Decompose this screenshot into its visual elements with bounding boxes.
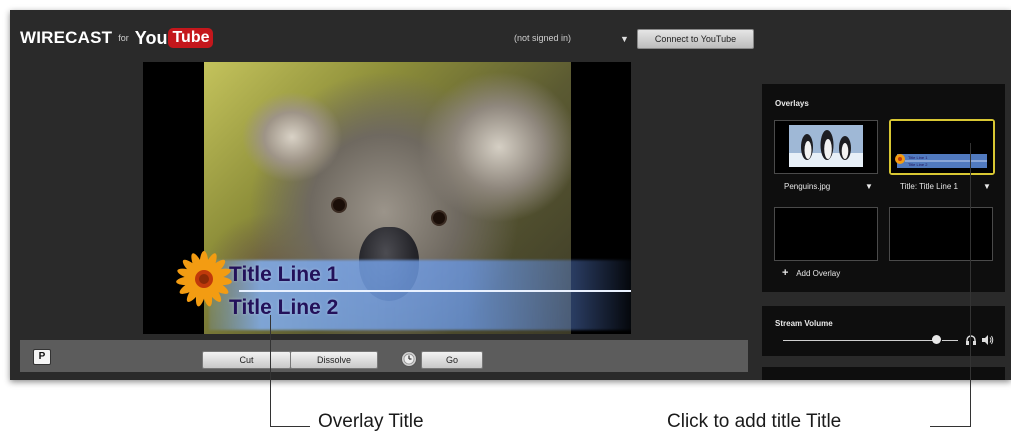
stream-volume-panel: Stream Volume <box>762 306 1005 356</box>
koala-eye-right <box>433 212 445 224</box>
overlay-label-title: Title: Title Line 1 <box>900 182 958 191</box>
volume-slider-track-remaining <box>942 340 958 341</box>
account-dropdown-icon[interactable]: ▼ <box>620 34 629 44</box>
overlay-slot-empty-2[interactable] <box>889 207 993 261</box>
volume-slider-track[interactable] <box>783 340 940 341</box>
clock-icon[interactable] <box>400 350 418 368</box>
add-overlay-button[interactable]: + Add Overlay <box>782 267 840 279</box>
playlist-button[interactable]: P <box>33 349 51 365</box>
overlay-title-leader-line <box>270 315 271 427</box>
title-overlay: Title Line 1 Title Line 2 <box>176 250 631 334</box>
account-status: (not signed in) <box>514 33 572 43</box>
title-line-2: Title Line 2 <box>229 296 339 319</box>
connect-youtube-button[interactable]: Connect to YouTube <box>637 29 754 49</box>
dissolve-button[interactable]: Dissolve <box>290 351 378 369</box>
click-to-add-leader-line <box>970 143 971 427</box>
plus-icon: + <box>782 267 789 279</box>
volume-slider-knob[interactable] <box>932 335 941 344</box>
title-overlay-divider <box>239 290 631 292</box>
wirecast-window: WIRECAST for You Tube (not signed in) ▼ … <box>10 10 1011 380</box>
logo-tube-text: Tube <box>168 28 214 48</box>
flower-icon <box>176 251 232 307</box>
add-overlay-label: Add Overlay <box>796 269 841 278</box>
overlay-thumb-penguins[interactable] <box>774 120 878 174</box>
overlays-title: Overlays <box>775 99 809 108</box>
click-to-add-leader-foot <box>930 426 971 427</box>
overlay-thumb-title[interactable]: Title Line 1 Title Line 2 <box>889 119 995 175</box>
click-to-add-annotation: Click to add title Title <box>667 411 842 432</box>
overlay-slot-empty-1[interactable] <box>774 207 878 261</box>
logo-wirecast-text: WIRECAST <box>20 28 113 47</box>
headphones-icon[interactable] <box>965 334 977 346</box>
logo-for-text: for <box>118 33 129 43</box>
go-button[interactable]: Go <box>421 351 483 369</box>
koala-eye-left <box>333 199 345 211</box>
thumb-title-line-2: Title Line 2 <box>908 162 928 167</box>
lower-panel <box>762 367 1005 380</box>
stream-volume-title: Stream Volume <box>775 319 833 328</box>
overlay-penguins-menu-icon[interactable]: ▼ <box>865 182 873 191</box>
speaker-icon[interactable] <box>981 334 994 346</box>
overlays-panel: Overlays Penguins.jpg ▼ Title Line 1 Tit… <box>762 84 1005 292</box>
preview-monitor: Title Line 1 Title Line 2 <box>143 62 631 334</box>
title-line-1: Title Line 1 <box>229 263 339 286</box>
penguins-thumbnail <box>775 121 877 173</box>
overlay-title-leader-foot <box>270 426 310 427</box>
overlay-label-penguins: Penguins.jpg <box>784 182 831 191</box>
overlay-title-menu-icon[interactable]: ▼ <box>983 182 991 191</box>
transport-bar: P Cut Dissolve Go <box>20 340 748 372</box>
logo-you-text: You <box>134 27 168 48</box>
cut-button[interactable]: Cut <box>202 351 291 369</box>
thumb-title-line-1: Title Line 1 <box>908 155 928 160</box>
overlay-title-annotation: Overlay Title <box>318 411 424 432</box>
wirecast-logo: WIRECAST for You Tube <box>20 25 214 51</box>
title-thumbnail: Title Line 1 Title Line 2 <box>891 121 993 173</box>
